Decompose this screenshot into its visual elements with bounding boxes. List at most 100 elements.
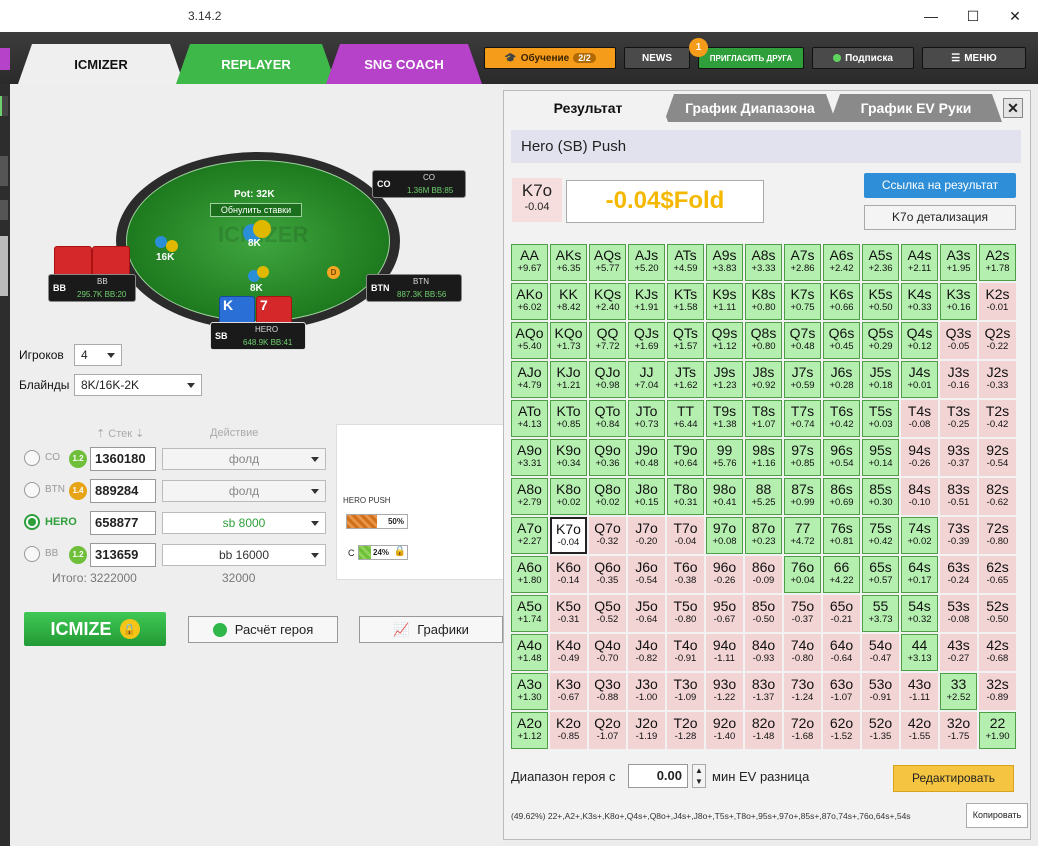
hand-cell-87s[interactable]: 87s +0.99 xyxy=(784,478,821,515)
hand-cell-A8o[interactable]: A8o +2.79 xyxy=(511,478,548,515)
hand-cell-KTs[interactable]: KTs +1.58 xyxy=(667,283,704,320)
hand-cell-K5o[interactable]: K5o -0.31 xyxy=(550,595,587,632)
hand-cell-K7s[interactable]: K7s +0.75 xyxy=(784,283,821,320)
hand-cell-A2o[interactable]: A2o +1.12 xyxy=(511,712,548,749)
hand-cell-K8s[interactable]: K8s +0.80 xyxy=(745,283,782,320)
hand-cell-QTo[interactable]: QTo +0.84 xyxy=(589,400,626,437)
hand-cell-JJ[interactable]: JJ +7.04 xyxy=(628,361,665,398)
hand-cell-64s[interactable]: 64s +0.17 xyxy=(901,556,938,593)
hand-cell-T6o[interactable]: T6o -0.38 xyxy=(667,556,704,593)
hand-cell-Q4s[interactable]: Q4s +0.12 xyxy=(901,322,938,359)
hand-cell-Q4o[interactable]: Q4o -0.70 xyxy=(589,634,626,671)
hand-cell-98o[interactable]: 98o +0.41 xyxy=(706,478,743,515)
hand-cell-K3o[interactable]: K3o -0.67 xyxy=(550,673,587,710)
hand-cell-Q5s[interactable]: Q5s +0.29 xyxy=(862,322,899,359)
hand-cell-J2s[interactable]: J2s -0.33 xyxy=(979,361,1016,398)
hand-cell-77[interactable]: 77 +4.72 xyxy=(784,517,821,554)
hand-cell-AJs[interactable]: AJs +5.20 xyxy=(628,244,665,281)
hand-cell-A9o[interactable]: A9o +3.31 xyxy=(511,439,548,476)
copy-button[interactable]: Копировать xyxy=(966,803,1028,828)
hand-detail-button[interactable]: K7o детализация xyxy=(864,205,1016,230)
hand-cell-63s[interactable]: 63s -0.24 xyxy=(940,556,977,593)
hand-cell-83o[interactable]: 83o -1.37 xyxy=(745,673,782,710)
hand-cell-AKo[interactable]: AKo +6.02 xyxy=(511,283,548,320)
hand-cell-T8s[interactable]: T8s +1.07 xyxy=(745,400,782,437)
hand-cell-Q2s[interactable]: Q2s -0.22 xyxy=(979,322,1016,359)
hand-cell-T5o[interactable]: T5o -0.80 xyxy=(667,595,704,632)
edit-range-button[interactable]: Редактировать xyxy=(893,765,1014,792)
tab-range-chart[interactable]: График Диапазона xyxy=(664,94,836,122)
hand-cell-A5s[interactable]: A5s +2.36 xyxy=(862,244,899,281)
hand-cell-A4o[interactable]: A4o +1.48 xyxy=(511,634,548,671)
hand-cell-J8s[interactable]: J8s +0.92 xyxy=(745,361,782,398)
hand-cell-97o[interactable]: 97o +0.08 xyxy=(706,517,743,554)
hand-cell-A5o[interactable]: A5o +1.74 xyxy=(511,595,548,632)
hand-cell-74s[interactable]: 74s +0.02 xyxy=(901,517,938,554)
hand-cell-K9s[interactable]: K9s +1.11 xyxy=(706,283,743,320)
hand-cell-J6o[interactable]: J6o -0.54 xyxy=(628,556,665,593)
hand-cell-Q2o[interactable]: Q2o -1.07 xyxy=(589,712,626,749)
hand-cell-T4o[interactable]: T4o -0.91 xyxy=(667,634,704,671)
hand-cell-A4s[interactable]: A4s +2.11 xyxy=(901,244,938,281)
tab-replayer[interactable]: REPLAYER xyxy=(176,44,336,84)
blinds-select[interactable]: 8K/16K-2K xyxy=(74,374,202,396)
hand-cell-75s[interactable]: 75s +0.42 xyxy=(862,517,899,554)
hand-cell-33[interactable]: 33 +2.52 xyxy=(940,673,977,710)
hand-cell-K2o[interactable]: K2o -0.85 xyxy=(550,712,587,749)
hand-cell-K5s[interactable]: K5s +0.50 xyxy=(862,283,899,320)
close-window-button[interactable]: ✕ xyxy=(992,0,1038,32)
hand-cell-42o[interactable]: 42o -1.55 xyxy=(901,712,938,749)
ev-spinner[interactable]: ▲ ▼ xyxy=(692,764,706,788)
hand-cell-ATo[interactable]: ATo +4.13 xyxy=(511,400,548,437)
hand-cell-84s[interactable]: 84s -0.10 xyxy=(901,478,938,515)
hand-cell-Q7o[interactable]: Q7o -0.32 xyxy=(589,517,626,554)
hand-cell-A8s[interactable]: A8s +3.33 xyxy=(745,244,782,281)
hand-cell-K6s[interactable]: K6s +0.66 xyxy=(823,283,860,320)
side-strip-item[interactable] xyxy=(0,156,8,186)
news-button[interactable]: NEWS xyxy=(624,47,690,69)
hand-cell-T5s[interactable]: T5s +0.03 xyxy=(862,400,899,437)
stack-input-co[interactable]: 1360180 xyxy=(90,447,156,471)
hand-cell-95o[interactable]: 95o -0.67 xyxy=(706,595,743,632)
hand-cell-JTs[interactable]: JTs +1.62 xyxy=(667,361,704,398)
hand-cell-KJo[interactable]: KJo +1.21 xyxy=(550,361,587,398)
hand-cell-J2o[interactable]: J2o -1.19 xyxy=(628,712,665,749)
hand-cell-66[interactable]: 66 +4.22 xyxy=(823,556,860,593)
hand-cell-J3o[interactable]: J3o -1.00 xyxy=(628,673,665,710)
hand-cell-JTo[interactable]: JTo +0.73 xyxy=(628,400,665,437)
hand-cell-Q6s[interactable]: Q6s +0.45 xyxy=(823,322,860,359)
hand-cell-K9o[interactable]: K9o +0.34 xyxy=(550,439,587,476)
hand-cell-J5o[interactable]: J5o -0.64 xyxy=(628,595,665,632)
side-strip-item[interactable] xyxy=(0,236,8,296)
hand-cell-76s[interactable]: 76s +0.81 xyxy=(823,517,860,554)
hand-cell-J5s[interactable]: J5s +0.18 xyxy=(862,361,899,398)
hand-cell-T2s[interactable]: T2s -0.42 xyxy=(979,400,1016,437)
radio-bb[interactable] xyxy=(24,546,40,562)
hand-cell-J9o[interactable]: J9o +0.48 xyxy=(628,439,665,476)
hand-cell-A7s[interactable]: A7s +2.86 xyxy=(784,244,821,281)
action-select-btn[interactable]: фолд xyxy=(162,480,326,502)
icmize-button[interactable]: ICMIZE 🔒 xyxy=(24,612,166,646)
hand-cell-J6s[interactable]: J6s +0.28 xyxy=(823,361,860,398)
hand-cell-T3s[interactable]: T3s -0.25 xyxy=(940,400,977,437)
hand-cell-Q7s[interactable]: Q7s +0.48 xyxy=(784,322,821,359)
hand-cell-65o[interactable]: 65o -0.21 xyxy=(823,595,860,632)
hand-cell-T7o[interactable]: T7o -0.04 xyxy=(667,517,704,554)
hand-cell-J9s[interactable]: J9s +1.23 xyxy=(706,361,743,398)
action-select-hero[interactable]: sb 8000 xyxy=(162,512,326,534)
hand-cell-55[interactable]: 55 +3.73 xyxy=(862,595,899,632)
hand-cell-T7s[interactable]: T7s +0.74 xyxy=(784,400,821,437)
hand-cell-T9o[interactable]: T9o +0.64 xyxy=(667,439,704,476)
hand-cell-QJo[interactable]: QJo +0.98 xyxy=(589,361,626,398)
hand-cell-Q9o[interactable]: Q9o +0.36 xyxy=(589,439,626,476)
hand-cell-85o[interactable]: 85o -0.50 xyxy=(745,595,782,632)
minimize-button[interactable]: — xyxy=(908,0,954,32)
hand-cell-32o[interactable]: 32o -1.75 xyxy=(940,712,977,749)
seat-btn[interactable]: BTN BTN 887.3K BB:56 xyxy=(366,274,462,302)
chevron-up-icon[interactable]: ▲ xyxy=(693,765,705,776)
hand-cell-K3s[interactable]: K3s +0.16 xyxy=(940,283,977,320)
stack-input-hero[interactable]: 658877 xyxy=(90,511,156,535)
hand-cell-A3s[interactable]: A3s +1.95 xyxy=(940,244,977,281)
hand-cell-A6s[interactable]: A6s +2.42 xyxy=(823,244,860,281)
hand-cell-KQo[interactable]: KQo +1.73 xyxy=(550,322,587,359)
